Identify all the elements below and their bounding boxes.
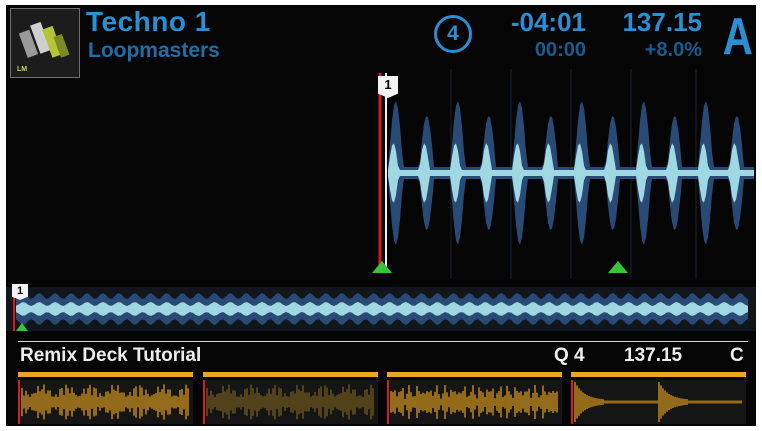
remix-slot-4[interactable] xyxy=(571,372,746,424)
slot-3-waveform xyxy=(387,380,562,424)
remix-tempo: 137.15 xyxy=(624,345,683,366)
slot-4-bar xyxy=(571,372,746,377)
slot-1-bar xyxy=(18,372,193,377)
remix-key: C xyxy=(730,345,744,366)
remix-divider xyxy=(18,341,748,342)
track-title: Techno 1 xyxy=(86,6,211,37)
tempo-value: 137.15 xyxy=(622,7,702,37)
slot-4-waveform xyxy=(571,380,746,424)
beat-marker-icon xyxy=(608,261,628,273)
track-artist: Loopmasters xyxy=(88,39,220,62)
remix-deck-title: Remix Deck Tutorial xyxy=(20,345,202,366)
beat-counter-value: 4 xyxy=(447,22,459,45)
album-cover: LM xyxy=(10,8,80,78)
elapsed-time: 00:00 xyxy=(534,39,586,61)
slot-2-waveform xyxy=(203,380,378,424)
pitch-value: +8.0% xyxy=(644,39,702,61)
deck-letter: A xyxy=(722,8,753,66)
slot-2-bar xyxy=(203,372,378,377)
slot-1-waveform xyxy=(18,380,193,424)
remix-quantize: Q 4 xyxy=(554,345,585,366)
cue-point-flag[interactable]: 1 xyxy=(378,76,398,98)
slot-3-bar xyxy=(387,372,562,377)
remix-slot-2[interactable] xyxy=(203,372,378,424)
cover-art-icon: LM xyxy=(11,9,79,77)
main-waveform[interactable] xyxy=(6,69,756,279)
beat-counter: 4 xyxy=(434,15,472,53)
overview-waveform[interactable] xyxy=(6,283,756,333)
remix-slot-3[interactable] xyxy=(387,372,562,424)
remaining-time: -04:01 xyxy=(510,7,586,37)
cue-marker-icon xyxy=(372,261,392,273)
overview-cue-flag[interactable]: 1 xyxy=(12,284,28,300)
deck-screen: LM Techno 1 Loopmasters 4 -04:01 137.15 … xyxy=(6,5,756,426)
remix-slot-1[interactable] xyxy=(18,372,193,424)
